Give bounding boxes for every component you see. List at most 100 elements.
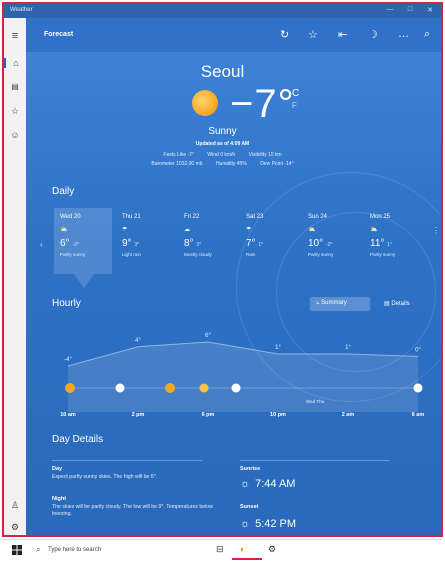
- hourly-time-label: 2 am: [341, 412, 355, 418]
- daily-tile[interactable]: Thu 21 ☂ 9° 3° Light rain: [116, 208, 174, 274]
- details-label: Details: [391, 301, 410, 307]
- pin-icon[interactable]: ⇤: [338, 28, 347, 41]
- daily-tile[interactable]: Sun 24 ⛅ 10° -2° Partly sunny: [302, 208, 360, 274]
- low-temp: 1°: [258, 242, 264, 248]
- settings-icon[interactable]: ⚙: [4, 522, 26, 533]
- account-icon[interactable]: ♙: [4, 500, 26, 511]
- high-temp: 6°: [60, 238, 70, 249]
- search-placeholder: Type here to search: [48, 547, 102, 553]
- partly-cloudy-icon: [115, 383, 125, 393]
- day-condition: Mostly cloudy: [184, 252, 212, 257]
- window-title: Weather: [10, 7, 33, 13]
- cloudy-icon: ☁: [184, 227, 190, 233]
- hourly-time-label: 6 am: [411, 412, 425, 418]
- day-temps: 9° 3°: [122, 238, 174, 249]
- favorite-star-icon[interactable]: ☆: [308, 28, 318, 41]
- sunny-icon: [192, 90, 218, 116]
- taskbar-search-box[interactable]: ⌕ Type here to search: [32, 541, 172, 559]
- moon-icon: [199, 383, 209, 393]
- high-temp: 8°: [184, 238, 194, 249]
- chart-icon: ⦣: [316, 300, 320, 306]
- stats-row-2: Barometer 1032.00 mb Humidity 45% Dew Po…: [4, 161, 441, 167]
- menu-icon[interactable]: ≡: [4, 30, 26, 42]
- day-temps: 8° 3°: [184, 238, 236, 249]
- day-name: Mon 25: [370, 214, 391, 220]
- sunset-heading: Sunset: [240, 504, 259, 510]
- low-temp: 1°: [387, 242, 392, 248]
- active-app-indicator: [232, 558, 262, 560]
- current-condition: Sunny: [208, 126, 237, 137]
- temperature-area: [68, 342, 418, 412]
- day-condition: Light rain: [122, 252, 141, 257]
- sunset-icon: ☼: [240, 518, 251, 530]
- updated-time: Updated as of 4:09 AM: [195, 141, 250, 147]
- barometer: Barometer 1032.00 mb: [151, 161, 203, 167]
- sunset-row: ☼ 5:42 PM: [240, 518, 296, 530]
- day-name: Thu 21: [122, 214, 141, 220]
- partly-sunny-icon: ⛅: [370, 227, 378, 233]
- high-temp: 10°: [308, 238, 324, 249]
- hourly-time-label: 6 pm: [201, 412, 215, 418]
- more-icon[interactable]: …: [398, 28, 409, 40]
- close-button[interactable]: ✕: [423, 6, 437, 14]
- low-temp: 3°: [196, 242, 202, 248]
- daily-tile[interactable]: Mon 25 ⛅ 11° 1° Partly sunny: [364, 208, 422, 274]
- sunrise-time: 7:44 AM: [255, 478, 296, 490]
- maps-icon[interactable]: ▤: [4, 82, 26, 91]
- details-button[interactable]: ▤ Details: [378, 297, 426, 311]
- city-name: Seoul: [200, 62, 245, 81]
- app-header: Forecast ↻ ☆ ⇤ ☽ … ⌕: [26, 18, 441, 52]
- daily-forecast-list: Wed 20 ⛅ 6° -3° Partly sunny Thu 21 ☂ 9° 3° Lig…: [54, 208, 441, 274]
- visibility: Visibility 10 km: [248, 152, 282, 158]
- summary-button[interactable]: ⦣ Summary: [310, 297, 370, 311]
- hourly-time-label: 10 am: [60, 412, 76, 418]
- humidity: Humidity 45%: [215, 161, 247, 167]
- maximize-button[interactable]: □: [403, 6, 417, 13]
- day-condition: Partly sunny: [308, 252, 334, 257]
- windows-start-icon[interactable]: [12, 545, 22, 555]
- daily-tile[interactable]: Wed 20 ⛅ 6° -3° Partly sunny: [54, 208, 112, 274]
- settings-taskbar-icon[interactable]: ⚙: [268, 544, 276, 555]
- selected-day-pointer: [74, 274, 94, 288]
- low-temp: -3°: [72, 242, 79, 248]
- partly-sunny-icon: ⛅: [60, 227, 68, 233]
- day-text: Expect partly sunny skies. The high will…: [52, 474, 158, 480]
- scroll-left-icon[interactable]: ‹: [40, 240, 43, 249]
- task-view-icon[interactable]: ⊟: [216, 544, 224, 555]
- day-condition: Partly sunny: [60, 252, 86, 257]
- unit-fahrenheit-toggle[interactable]: F: [292, 101, 297, 110]
- day-temps: 6° -3°: [60, 238, 112, 249]
- hourly-title: Hourly: [52, 298, 81, 309]
- daily-tile[interactable]: Fri 22 ☁ 8° 3° Mostly cloudy: [178, 208, 236, 274]
- unit-celsius-toggle[interactable]: C: [292, 88, 299, 99]
- day-change-marker: Wed Thu: [306, 399, 325, 404]
- cloudy-icon: [413, 383, 423, 393]
- search-icon[interactable]: ⌕: [424, 28, 430, 41]
- hourly-temp-label: 1°: [345, 345, 351, 351]
- hourly-temp-label: 6°: [205, 333, 211, 339]
- high-temp: 9°: [122, 238, 132, 249]
- low-temp: -2°: [325, 242, 333, 248]
- weather-app-taskbar-icon[interactable]: ◐: [240, 544, 245, 554]
- current-temperature: −7°: [230, 82, 295, 126]
- low-temp: 3°: [134, 242, 140, 248]
- high-temp: 7°: [246, 238, 256, 249]
- stats-row-1: Feels Like -7° Wind 0 km/h Visibility 10…: [4, 152, 441, 158]
- minimize-button[interactable]: —: [383, 6, 397, 13]
- rain-icon: ☂: [246, 227, 252, 233]
- divider: [52, 460, 202, 461]
- favorites-icon[interactable]: ☆: [4, 106, 26, 117]
- sunset-time: 5:42 PM: [255, 518, 297, 530]
- night-heading: Night: [52, 496, 67, 502]
- refresh-icon[interactable]: ↻: [280, 28, 289, 41]
- day-temps: 11° 1°: [370, 238, 422, 249]
- sunrise-icon: ☼: [240, 478, 251, 490]
- day-name: Sun 24: [308, 214, 328, 220]
- sunrise-row: ☼ 7:44 AM: [240, 478, 295, 490]
- hourly-temp-label: -4°: [64, 357, 72, 363]
- sun-icon: [165, 383, 175, 393]
- divider: [240, 460, 390, 461]
- dark-mode-icon[interactable]: ☽: [368, 28, 378, 41]
- daily-tile[interactable]: Sat 23 ☂ 7° 1° Rain: [240, 208, 298, 274]
- summary-label: Summary: [321, 300, 347, 306]
